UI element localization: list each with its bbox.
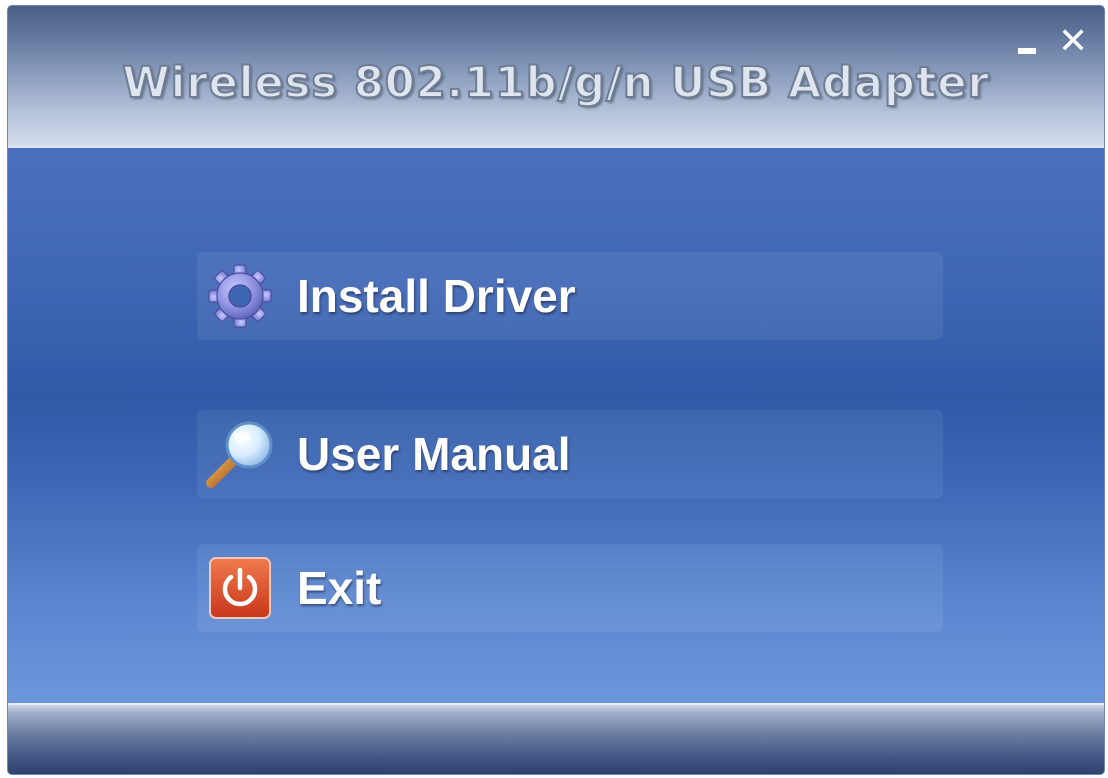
window-title: Wireless 802.11b/g/n USB Adapter <box>121 57 990 109</box>
menu-panel: Install Driver User Manual Exit <box>8 148 1104 703</box>
minimize-icon <box>1018 48 1036 54</box>
user-manual-button[interactable]: User Manual <box>197 410 943 498</box>
footer-bar <box>8 703 1104 774</box>
minimize-button[interactable] <box>1014 28 1044 58</box>
title-bar[interactable]: Wireless 802.11b/g/n USB Adapter ✕ <box>8 6 1104 148</box>
close-button[interactable]: ✕ <box>1058 22 1088 62</box>
power-icon <box>205 553 275 623</box>
install-driver-label: Install Driver <box>297 270 576 322</box>
magnifier-icon <box>205 419 275 489</box>
install-driver-button[interactable]: Install Driver <box>197 252 943 340</box>
window-controls: ✕ <box>1014 22 1088 62</box>
user-manual-label: User Manual <box>297 428 571 480</box>
gear-icon <box>205 261 275 331</box>
installer-window: Wireless 802.11b/g/n USB Adapter ✕ Insta… <box>8 6 1104 774</box>
exit-label: Exit <box>297 562 382 614</box>
exit-button[interactable]: Exit <box>197 544 943 632</box>
close-icon: ✕ <box>1058 21 1089 62</box>
